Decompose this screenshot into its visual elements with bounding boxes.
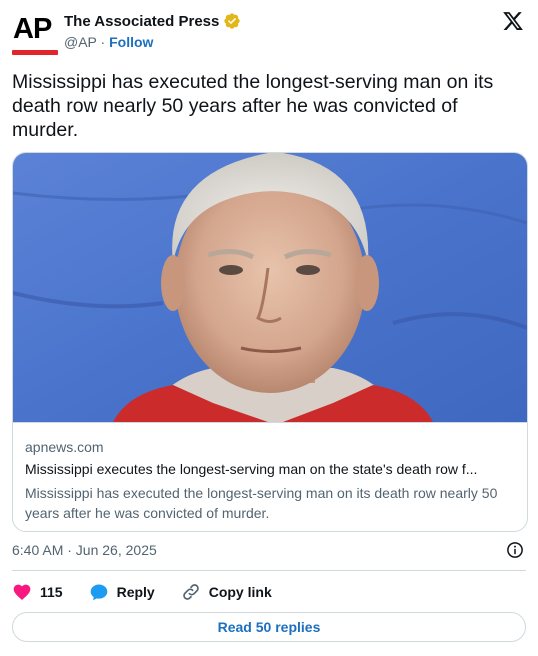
card-body[interactable]: apnews.com Mississippi executes the long… [13, 422, 527, 531]
divider [12, 570, 526, 571]
info-icon[interactable] [506, 541, 524, 559]
copy-link-label: Copy link [208, 584, 272, 600]
name-row: The Associated Press [64, 12, 241, 30]
card-domain: apnews.com [25, 439, 104, 455]
copy-link-button[interactable]: Copy link [181, 582, 272, 602]
account-name[interactable]: The Associated Press [64, 13, 219, 30]
follow-button[interactable]: Follow [109, 34, 153, 50]
card-description: Mississippi has executed the longest-ser… [25, 485, 498, 521]
reply-button[interactable]: Reply [89, 582, 155, 602]
logo-text: AP [13, 13, 52, 45]
card-image[interactable] [13, 153, 527, 422]
tweet-timestamp[interactable]: 6:40 AM · Jun 26, 2025 [12, 542, 157, 558]
verified-badge-icon [224, 13, 241, 29]
logo-red-bar [12, 50, 58, 55]
like-button[interactable]: 115 [12, 582, 63, 602]
tweet-header: AP The Associated Press @AP · Follow [12, 10, 526, 58]
reply-label: Reply [116, 584, 155, 600]
action-bar: 115 Reply Copy link [12, 580, 298, 604]
card-title: Mississippi executes the longest-serving… [25, 461, 478, 477]
ap-logo-avatar[interactable]: AP [12, 12, 60, 56]
like-count: 115 [40, 584, 63, 600]
tweet-text: Mississippi has executed the longest-ser… [12, 71, 494, 141]
read-replies-button[interactable]: Read 50 replies [12, 612, 526, 642]
handle-row: @AP · Follow [64, 34, 153, 50]
heart-icon [13, 584, 31, 600]
account-handle[interactable]: @AP [64, 34, 97, 50]
reply-bubble-icon [90, 584, 107, 601]
link-icon [182, 584, 199, 600]
x-logo-icon[interactable] [502, 10, 524, 32]
separator-dot: · [100, 34, 106, 50]
link-preview-card[interactable]: apnews.com Mississippi executes the long… [12, 152, 528, 532]
